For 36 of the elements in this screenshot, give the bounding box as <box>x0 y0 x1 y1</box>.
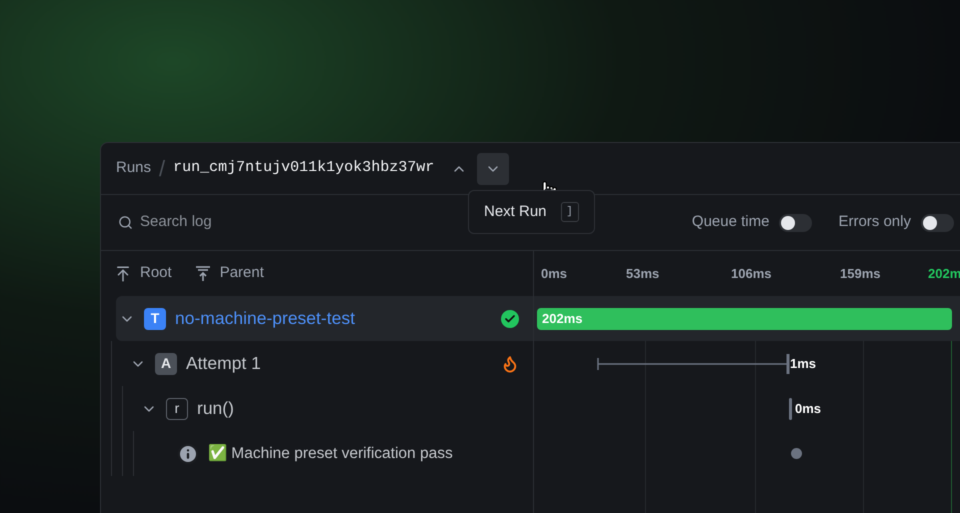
flame-icon <box>501 354 519 372</box>
span-badge: r <box>166 398 188 420</box>
arrow-up-to-lines-icon <box>194 264 212 282</box>
breadcrumb-separator: / <box>159 155 166 183</box>
timeline-tick: 53ms <box>626 264 660 283</box>
shortcut-key: ] <box>560 202 579 222</box>
tree-nav-button[interactable]: Root <box>114 262 172 285</box>
timeline-tick: 106ms <box>731 264 772 283</box>
timeline-tick: 159ms <box>840 264 882 283</box>
tree-item-label: no-machine-preset-test <box>175 307 355 330</box>
duration-label: 0ms <box>795 400 822 418</box>
toggle-label: Queue time <box>692 212 770 232</box>
breadcrumb-link[interactable]: Runs <box>116 157 152 180</box>
duration-label: 1ms <box>790 354 816 373</box>
duration-label: 202ms <box>542 310 582 328</box>
success-check-icon <box>501 310 519 328</box>
tree-item-label: Attempt 1 <box>186 352 261 376</box>
tree-row[interactable]: ✅ Machine preset verification pass <box>149 431 533 476</box>
toggle-label: Errors only <box>838 212 911 232</box>
toggle-switch[interactable] <box>921 214 954 232</box>
task-badge: T <box>144 308 166 330</box>
tree-row[interactable]: r run() <box>138 386 533 431</box>
tree-nav-button[interactable]: Parent <box>194 262 264 285</box>
timeline-tick: 0ms <box>541 264 568 283</box>
attempt-badge: A <box>155 352 177 374</box>
span-marker <box>789 398 792 420</box>
search-icon <box>118 215 133 230</box>
tree-item-label: run() <box>197 397 234 420</box>
tooltip-label: Next Run <box>484 202 547 222</box>
search-field[interactable]: Search log <box>140 211 260 234</box>
tree-item-label: ✅ Machine preset verification pass <box>208 443 453 464</box>
tree-row[interactable]: T no-machine-preset-test <box>116 296 533 341</box>
run-id: run_cmj7ntujv011k1yok3hbz37wr <box>173 158 434 178</box>
toggle-switch[interactable] <box>779 214 812 232</box>
tree-row[interactable]: A Attempt 1 <box>127 341 533 386</box>
arrow-up-to-line-icon <box>114 264 132 282</box>
